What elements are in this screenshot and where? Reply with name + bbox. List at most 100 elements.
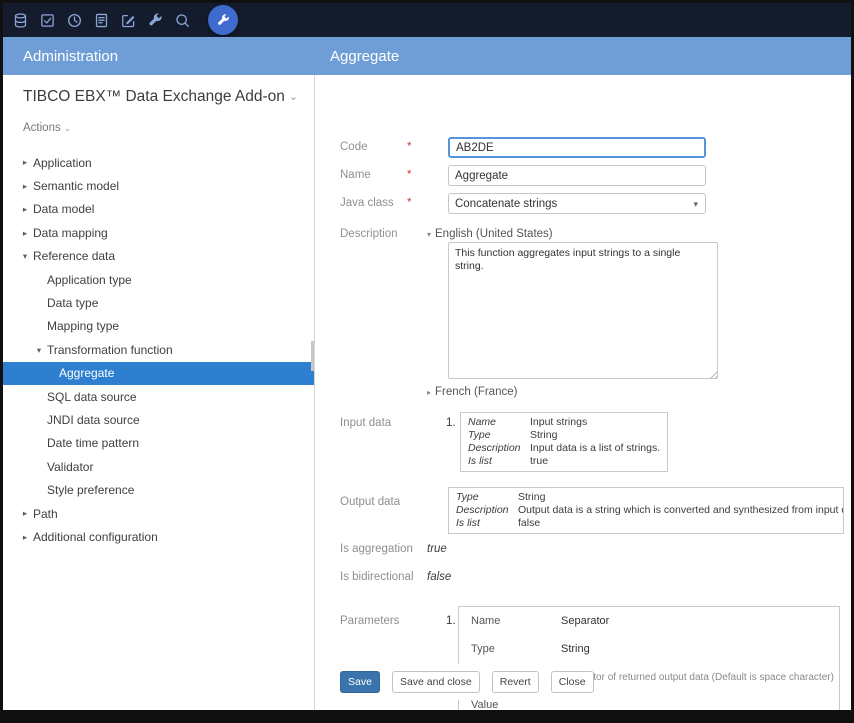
tree-item-data-type[interactable]: Data type <box>3 291 314 314</box>
search-icon[interactable] <box>174 12 191 29</box>
tree-item-sql-data-source[interactable]: SQL data source <box>3 385 314 408</box>
output-data-key: Is list <box>456 517 518 530</box>
name-label: Name <box>340 169 371 181</box>
output-data-key: Type <box>456 491 518 504</box>
tree-item-label: Data type <box>47 296 98 310</box>
tree-item-application-type[interactable]: Application type <box>3 268 314 291</box>
tree-item-label: Application <box>33 156 92 170</box>
tree-item-label: Reference data <box>33 249 115 263</box>
tree-item-data-model[interactable]: ▸Data model <box>3 198 314 221</box>
tree-item-date-time-pattern[interactable]: Date time pattern <box>3 432 314 455</box>
chevron-collapsed-icon[interactable]: ▸ <box>19 182 31 191</box>
output-data-label: Output data <box>340 496 400 508</box>
java-class-label: Java class <box>340 197 394 209</box>
code-required-marker: * <box>407 141 411 153</box>
output-data-value: false <box>518 517 540 530</box>
input-data-label: Input data <box>340 417 391 429</box>
input-data-row-type: TypeString <box>461 429 667 442</box>
tree-item-aggregate[interactable]: Aggregate <box>3 362 314 385</box>
parameter-value: Separator of returned output data (Defau… <box>561 672 834 683</box>
parameter-row-name: NameSeparator <box>459 607 839 635</box>
database-icon[interactable] <box>12 12 29 29</box>
is-bidirectional-label: Is bidirectional <box>340 571 414 583</box>
locale-toggle-french[interactable]: ▸French (France) <box>427 386 517 398</box>
input-data-value: String <box>530 429 557 442</box>
name-input[interactable] <box>448 165 706 186</box>
tree-item-validator[interactable]: Validator <box>3 455 314 478</box>
triangle-expanded-icon: ▾ <box>427 230 431 239</box>
input-data-value: true <box>530 455 548 468</box>
tree-item-semantic-model[interactable]: ▸Semantic model <box>3 174 314 197</box>
edit-document-icon[interactable] <box>120 12 137 29</box>
input-data-row-description: DescriptionInput data is a list of strin… <box>461 442 667 455</box>
description-textarea[interactable]: This function aggregates input strings t… <box>448 242 718 379</box>
chevron-collapsed-icon[interactable]: ▸ <box>19 205 31 214</box>
tree-item-style-preference[interactable]: Style preference <box>3 478 314 501</box>
tree-item-additional-configuration[interactable]: ▸Additional configuration <box>3 525 314 548</box>
chevron-expanded-icon[interactable]: ▾ <box>33 346 45 355</box>
tree-item-label: Application type <box>47 273 132 287</box>
tree-item-application[interactable]: ▸Application <box>3 151 314 174</box>
chevron-down-icon[interactable]: ⌄ <box>289 90 298 103</box>
save-button[interactable]: Save <box>340 671 380 693</box>
name-required-marker: * <box>407 169 411 181</box>
chevron-collapsed-icon[interactable]: ▸ <box>19 533 31 542</box>
java-class-select[interactable]: Concatenate strings ▾ <box>448 193 706 214</box>
output-data-table: TypeStringDescriptionOutput data is a st… <box>448 487 844 534</box>
tree-item-label: JNDI data source <box>47 413 140 427</box>
left-panel-title: Administration <box>23 48 118 65</box>
topbar-icons <box>3 5 238 35</box>
revert-button[interactable]: Revert <box>492 671 539 693</box>
tree-item-label: SQL data source <box>47 390 137 404</box>
parameter-key: Value <box>471 699 561 710</box>
parameters-index: 1. <box>446 615 456 627</box>
tree-item-data-mapping[interactable]: ▸Data mapping <box>3 221 314 244</box>
tree-item-transformation-function[interactable]: ▾Transformation function <box>3 338 314 361</box>
java-class-required-marker: * <box>407 197 411 209</box>
navigation-tree: ▸Application▸Semantic model▸Data model▸D… <box>3 151 314 549</box>
save-and-close-button[interactable]: Save and close <box>392 671 480 693</box>
locale-toggle-english[interactable]: ▾English (United States) <box>427 228 553 240</box>
tree-item-jndi-data-source[interactable]: JNDI data source <box>3 408 314 431</box>
input-data-value: Input data is a list of strings. <box>530 442 660 455</box>
output-data-value: String <box>518 491 545 504</box>
tasks-icon[interactable] <box>39 12 56 29</box>
clock-icon[interactable] <box>66 12 83 29</box>
input-data-key: Is list <box>468 455 530 468</box>
actions-label: Actions <box>23 122 61 134</box>
parameter-value: String <box>561 643 590 655</box>
sidebar-scrollbar[interactable] <box>311 341 314 371</box>
output-data-row-is-list: Is listfalse <box>449 517 843 530</box>
chevron-collapsed-icon[interactable]: ▸ <box>19 229 31 238</box>
footer-buttons: Save Save and close Revert Close <box>340 671 594 693</box>
tree-item-label: Aggregate <box>59 366 114 380</box>
code-input[interactable] <box>448 137 706 158</box>
description-label: Description <box>340 228 398 240</box>
tree-item-reference-data[interactable]: ▾Reference data <box>3 245 314 268</box>
tools-icon[interactable] <box>147 12 164 29</box>
chevron-collapsed-icon[interactable]: ▸ <box>19 158 31 167</box>
code-label: Code <box>340 141 368 153</box>
close-button[interactable]: Close <box>551 671 594 693</box>
app-window: Administration Aggregate TIBCO EBX™ Data… <box>0 0 854 723</box>
sidebar-title: TIBCO EBX™ Data Exchange Add-on <box>23 88 285 106</box>
form-panel: Code * Name * Java class * Concatenate s… <box>315 75 851 710</box>
input-data-value: Input strings <box>530 416 587 429</box>
is-aggregation-value: true <box>427 543 447 555</box>
input-data-table: NameInput stringsTypeStringDescriptionIn… <box>460 412 668 472</box>
chevron-expanded-icon[interactable]: ▾ <box>19 252 31 261</box>
output-data-row-description: DescriptionOutput data is a string which… <box>449 504 843 517</box>
input-data-key: Description <box>468 442 530 455</box>
tree-item-label: Validator <box>47 460 93 474</box>
parameter-value: Separator <box>561 615 609 627</box>
tree-item-path[interactable]: ▸Path <box>3 502 314 525</box>
chevron-collapsed-icon[interactable]: ▸ <box>19 509 31 518</box>
actions-menu[interactable]: Actions⌄ <box>23 122 71 134</box>
tree-item-label: Transformation function <box>47 343 173 357</box>
tree-item-label: Additional configuration <box>33 530 158 544</box>
tree-item-mapping-type[interactable]: Mapping type <box>3 315 314 338</box>
wrench-icon[interactable] <box>208 5 238 35</box>
report-icon[interactable] <box>93 12 110 29</box>
input-data-key: Name <box>468 416 530 429</box>
output-data-key: Description <box>456 504 518 517</box>
